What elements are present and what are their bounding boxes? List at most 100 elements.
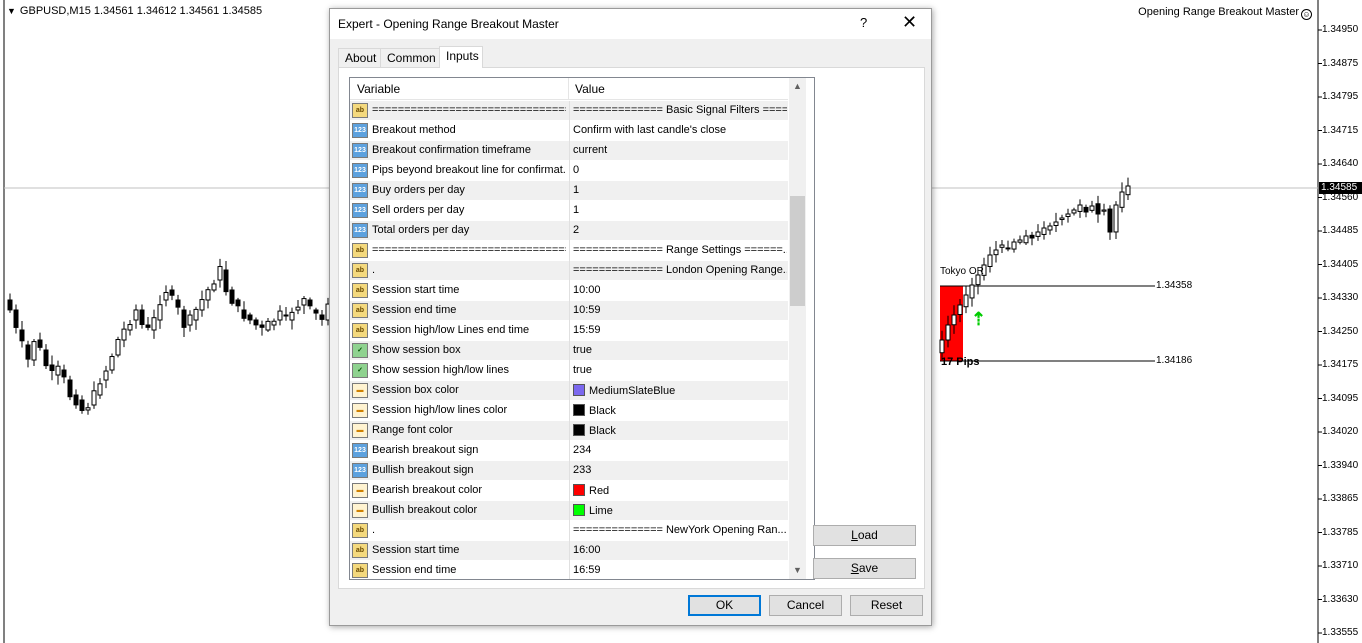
candle-body (1089, 205, 1095, 211)
table-row[interactable]: 123 Buy orders per day 1 (350, 181, 788, 201)
candle-body (1065, 213, 1071, 218)
table-row[interactable]: ab Session end time 16:59 (350, 561, 788, 579)
row-value[interactable]: MediumSlateBlue (569, 381, 787, 401)
tab-about[interactable]: About (338, 48, 381, 67)
row-value[interactable]: ============== London Opening Range... (569, 261, 787, 281)
row-value[interactable]: true (569, 361, 787, 381)
table-row[interactable]: ▬ Session high/low lines color Black (350, 401, 788, 421)
scroll-thumb[interactable] (790, 196, 805, 306)
row-variable: Session end time (372, 304, 457, 316)
row-value[interactable]: Black (569, 421, 787, 441)
integer-type-icon: 123 (352, 183, 368, 198)
candle-body (67, 379, 73, 398)
table-row[interactable]: ab Session high/low Lines end time 15:59 (350, 321, 788, 341)
scroll-down-icon[interactable]: ▼ (789, 562, 806, 579)
row-value-text: ============== NewYork Opening Ran... (573, 524, 787, 536)
row-value-text: 234 (573, 444, 592, 456)
row-value[interactable]: true (569, 341, 787, 361)
scroll-up-icon[interactable]: ▲ (789, 78, 806, 95)
dialog-titlebar[interactable]: Expert - Opening Range Breakout Master ?… (330, 9, 931, 39)
dropdown-triangle-icon[interactable]: ▼ (7, 6, 16, 16)
table-row[interactable]: ✓ Show session high/low lines true (350, 361, 788, 381)
row-value[interactable]: 16:59 (569, 561, 787, 579)
row-value[interactable]: 233 (569, 461, 787, 481)
candle-body (139, 309, 145, 326)
range-low-label: 1.34186 (1156, 355, 1193, 366)
candle-body (295, 306, 301, 311)
row-value[interactable]: 10:00 (569, 281, 787, 301)
integer-type-icon: 123 (352, 463, 368, 478)
row-value[interactable]: 10:59 (569, 301, 787, 321)
table-row[interactable]: ab. ============== London Opening Range..… (350, 261, 788, 281)
table-row[interactable]: 123 Pips beyond breakout line for confirm… (350, 161, 788, 181)
row-value[interactable]: ============== NewYork Opening Ran... (569, 521, 787, 541)
row-value[interactable]: Lime (569, 501, 787, 521)
table-row[interactable]: 123 Sell orders per day 1 (350, 201, 788, 221)
table-row[interactable]: ▬ Session box color MediumSlateBlue (350, 381, 788, 401)
candle-body (277, 310, 283, 321)
table-row[interactable]: ▬ Bearish breakout color Red (350, 481, 788, 501)
table-row[interactable]: ab. ============== NewYork Opening Ran... (350, 521, 788, 541)
row-value[interactable]: 15:59 (569, 321, 787, 341)
table-row[interactable]: 123 Bearish breakout sign 234 (350, 441, 788, 461)
table-row[interactable]: ▬ Range font color Black (350, 421, 788, 441)
candle-body (121, 328, 127, 341)
help-button[interactable]: ? (860, 15, 867, 30)
price-axis-label: 1.34485 (1322, 225, 1359, 236)
row-value[interactable]: 0 (569, 161, 787, 181)
candle-body (253, 319, 259, 326)
color-type-icon: ▬ (352, 423, 368, 438)
candle-body (987, 254, 993, 268)
string-type-icon: ab (352, 543, 368, 558)
row-value[interactable]: Confirm with last candle's close (569, 121, 787, 141)
row-value[interactable]: 1 (569, 181, 787, 201)
close-icon[interactable]: ✕ (902, 12, 917, 32)
row-value[interactable]: current (569, 141, 787, 161)
row-value[interactable]: ============== Basic Signal Filters ====… (569, 101, 787, 121)
row-value[interactable]: ============== Range Settings ======... (569, 241, 787, 261)
row-value-text: 1 (573, 204, 580, 216)
tab-common[interactable]: Common (380, 48, 440, 67)
table-row[interactable]: 123 Total orders per day 2 (350, 221, 788, 241)
row-value[interactable]: 1 (569, 201, 787, 221)
row-value[interactable]: Black (569, 401, 787, 421)
row-value-text: MediumSlateBlue (589, 385, 676, 397)
table-row[interactable]: ab ================================ ======… (350, 101, 788, 121)
column-variable[interactable]: Variable (357, 82, 400, 96)
bullish-arrow-icon: ⇡ (971, 309, 987, 329)
row-value[interactable]: 2 (569, 221, 787, 241)
table-row[interactable]: 123 Breakout confirmation timeframe curren… (350, 141, 788, 161)
table-row[interactable]: ab Session start time 16:00 (350, 541, 788, 561)
row-value[interactable]: 16:00 (569, 541, 787, 561)
table-row[interactable]: ab Session end time 10:59 (350, 301, 788, 321)
candle-body (1023, 235, 1029, 244)
table-row[interactable]: ✓ Show session box true (350, 341, 788, 361)
column-value[interactable]: Value (575, 82, 605, 96)
table-row[interactable]: ab Session start time 10:00 (350, 281, 788, 301)
table-row[interactable]: 123 Bullish breakout sign 233 (350, 461, 788, 481)
candle-body (957, 304, 963, 315)
candle-body (1083, 206, 1089, 213)
candle-body (31, 341, 37, 361)
row-value[interactable]: Red (569, 481, 787, 501)
candle-body (951, 314, 957, 326)
save-button[interactable]: Save (813, 558, 916, 579)
tab-inputs[interactable]: Inputs (439, 46, 483, 68)
ok-button[interactable]: OK (688, 595, 761, 616)
cancel-button[interactable]: Cancel (769, 595, 842, 616)
table-row[interactable]: ▬ Bullish breakout color Lime (350, 501, 788, 521)
table-row[interactable]: 123 Breakout method Confirm with last cand… (350, 121, 788, 141)
row-value[interactable]: 234 (569, 441, 787, 461)
candle-body (199, 299, 205, 311)
string-type-icon: ab (352, 283, 368, 298)
candle-body (1119, 191, 1125, 208)
expert-properties-dialog: Expert - Opening Range Breakout Master ?… (329, 8, 932, 626)
expert-advisor-label[interactable]: Opening Range Breakout Master ☺ (1138, 6, 1312, 20)
load-button[interactable]: Load (813, 525, 916, 546)
table-row[interactable]: ab ================================ ======… (350, 241, 788, 261)
row-variable: Session end time (372, 564, 457, 576)
reset-button[interactable]: Reset (850, 595, 923, 616)
grid-scrollbar[interactable]: ▲ ▼ (789, 78, 806, 579)
candle-body (25, 344, 31, 360)
candle-body (211, 283, 217, 291)
